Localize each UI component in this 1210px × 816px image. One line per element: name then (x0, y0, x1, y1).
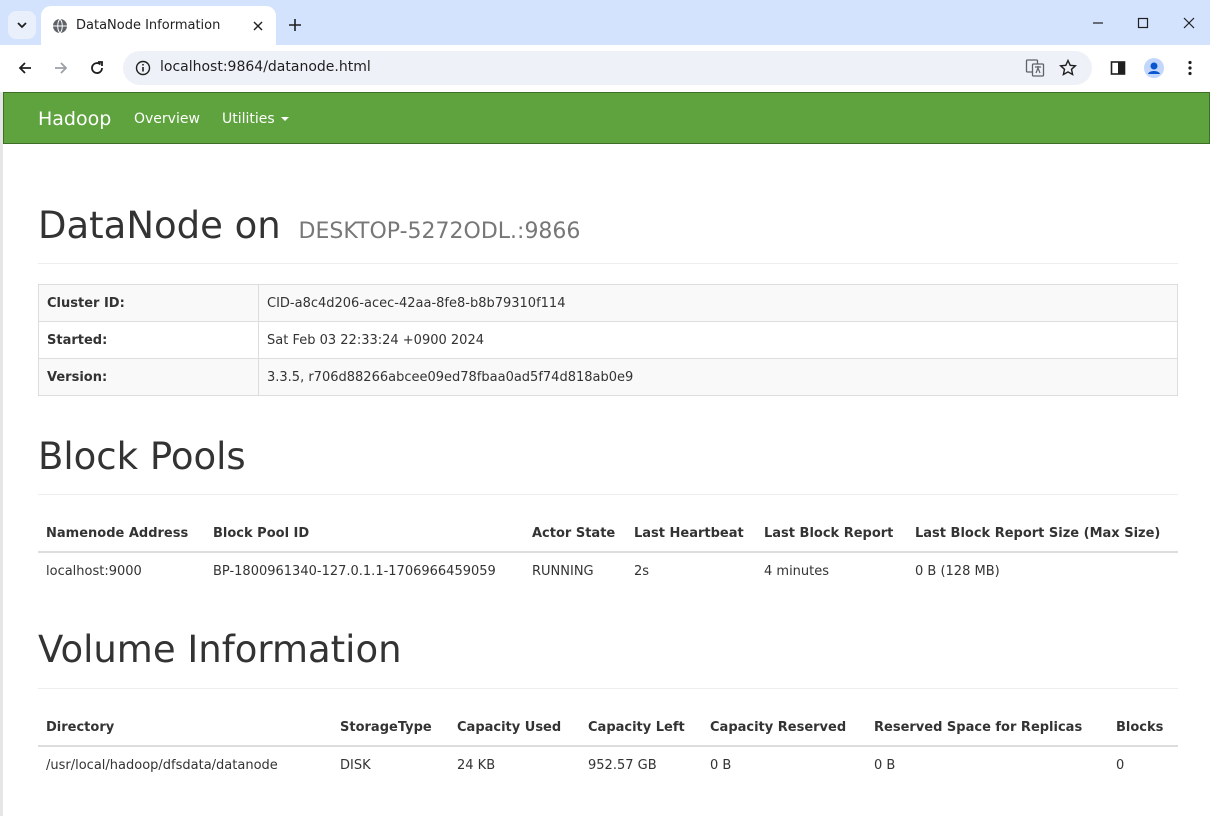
arrow-right-icon (55, 62, 68, 74)
table-cell: DISK (340, 758, 371, 773)
browser-toolbar: localhost:9864/datanode.html (0, 45, 1210, 92)
column-header: StorageType (332, 709, 449, 747)
more-vert-icon (1188, 60, 1192, 76)
column-header: Capacity Left (580, 709, 702, 747)
divider (38, 688, 1178, 689)
column-header: Last Block Report Size (Max Size) (907, 515, 1178, 553)
info-value: 3.3.5, r706d88266abcee09ed78fbaa0ad5f74d… (258, 358, 1178, 396)
table-row: Version: 3.3.5, r706d88266abcee09ed78fba… (38, 358, 1178, 396)
star-icon[interactable] (1056, 56, 1080, 80)
block-pools-heading: Block Pools (38, 435, 246, 478)
column-header: Actor State (524, 515, 626, 553)
table-row: Started: Sat Feb 03 22:33:24 +0900 2024 (38, 321, 1178, 359)
translate-icon[interactable] (1023, 56, 1047, 80)
table-row: /usr/local/hadoop/dfsdata/datanode DISK … (38, 746, 1178, 784)
table-cell: 4 minutes (764, 564, 830, 579)
nav-utilities[interactable]: Utilities (222, 111, 289, 127)
forward-button[interactable] (46, 53, 76, 83)
table-cell: 952.57 GB (588, 758, 657, 773)
host-subtitle: DESKTOP-5272ODL.:9866 (298, 219, 581, 244)
address-bar[interactable]: localhost:9864/datanode.html (123, 51, 1092, 85)
page-title: DataNode on DESKTOP-5272ODL.:9866 (38, 204, 580, 247)
new-tab-button[interactable] (284, 14, 306, 36)
profile-button[interactable] (1139, 53, 1169, 83)
column-header: Blocks (1108, 709, 1178, 747)
column-header: Capacity Used (449, 709, 580, 747)
globe-icon (52, 18, 68, 34)
arrow-left-icon (18, 62, 31, 74)
column-header: Last Heartbeat (626, 515, 756, 553)
volume-info-heading: Volume Information (38, 628, 402, 671)
table-cell: 0 B (874, 758, 896, 773)
close-window-button[interactable] (1174, 8, 1204, 38)
column-header: Directory (38, 709, 332, 747)
info-value: Sat Feb 03 22:33:24 +0900 2024 (258, 321, 1178, 359)
table-row: Cluster ID: CID-a8c4d206-acec-42aa-8fe8-… (38, 284, 1178, 322)
minimize-icon (1093, 22, 1103, 24)
table-cell: 0 B (128 MB) (915, 564, 1000, 579)
nav-utilities-label: Utilities (222, 111, 275, 127)
side-panel-icon (1110, 61, 1126, 75)
tab-search-button[interactable] (8, 11, 36, 39)
column-header: Block Pool ID (205, 515, 524, 553)
minimize-button[interactable] (1083, 8, 1113, 38)
block-pools-table: Namenode Address Block Pool ID Actor Sta… (38, 515, 1178, 590)
page-content: Hadoop Overview Utilities DataNode on DE… (3, 92, 1210, 816)
info-label: Started: (38, 321, 259, 359)
table-cell: 24 KB (457, 758, 496, 773)
maximize-button[interactable] (1128, 8, 1158, 38)
table-cell: RUNNING (532, 564, 594, 579)
divider (38, 494, 1178, 495)
nav-overview[interactable]: Overview (134, 111, 200, 127)
back-button[interactable] (10, 53, 40, 83)
column-header: Last Block Report (756, 515, 907, 553)
url-text[interactable]: localhost:9864/datanode.html (160, 59, 371, 75)
table-cell: BP-1800961340-127.0.1.1-1706966459059 (213, 564, 496, 579)
info-label: Version: (38, 358, 259, 396)
close-icon (1183, 17, 1195, 29)
datanode-info-table: Cluster ID: CID-a8c4d206-acec-42aa-8fe8-… (38, 284, 1178, 396)
browser-tab-active[interactable]: DataNode Information (41, 6, 276, 45)
plus-icon (289, 19, 301, 31)
side-panel-button[interactable] (1103, 53, 1133, 83)
avatar-icon (1144, 58, 1164, 78)
divider (38, 263, 1178, 264)
caret-down-icon (280, 117, 289, 121)
table-row: localhost:9000 BP-1800961340-127.0.1.1-1… (38, 552, 1178, 590)
info-label: Cluster ID: (38, 284, 259, 322)
column-header: Reserved Space for Replicas (866, 709, 1108, 747)
brand-link[interactable]: Hadoop (38, 108, 111, 130)
table-cell: 0 (1116, 758, 1125, 773)
table-header-row: Namenode Address Block Pool ID Actor Sta… (38, 515, 1178, 553)
close-tab-icon[interactable] (248, 16, 268, 36)
volume-info-table: Directory StorageType Capacity Used Capa… (38, 709, 1178, 784)
table-cell: localhost:9000 (46, 564, 142, 579)
page-title-text: DataNode on (38, 204, 281, 247)
table-cell: /usr/local/hadoop/dfsdata/datanode (46, 758, 278, 773)
tab-title: DataNode Information (76, 18, 221, 33)
maximize-icon (1137, 17, 1149, 29)
table-header-row: Directory StorageType Capacity Used Capa… (38, 709, 1178, 747)
table-cell: 2s (634, 564, 650, 579)
chevron-down-icon (17, 22, 27, 29)
column-header: Capacity Reserved (702, 709, 866, 747)
menu-button[interactable] (1175, 53, 1205, 83)
reload-icon (91, 61, 103, 74)
info-icon[interactable] (133, 58, 153, 78)
hadoop-navbar: Hadoop Overview Utilities (3, 92, 1210, 144)
info-value: CID-a8c4d206-acec-42aa-8fe8-b8b79310f114 (258, 284, 1178, 322)
table-cell: 0 B (710, 758, 732, 773)
browser-tabbar: DataNode Information (0, 0, 1210, 45)
reload-button[interactable] (82, 53, 112, 83)
column-header: Namenode Address (38, 515, 205, 553)
